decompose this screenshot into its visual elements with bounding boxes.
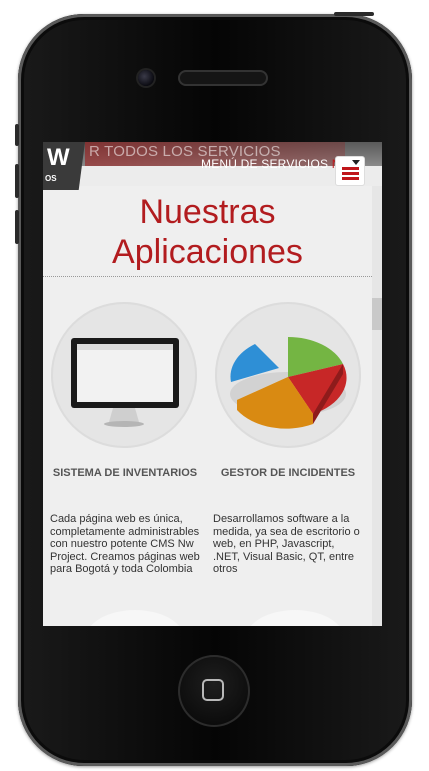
site-header: R TODOS LOS SERVICIOS W OS MENÚ DE SERVI… — [43, 142, 382, 190]
earpiece-speaker — [178, 70, 268, 86]
power-button — [334, 12, 374, 16]
monitor-icon — [71, 338, 179, 427]
logo-subtext: OS — [45, 174, 57, 183]
page-title: Nuestras Aplicaciones — [112, 193, 303, 271]
pie-chart-icon — [230, 336, 347, 429]
site-logo[interactable]: W OS — [43, 142, 85, 190]
logo-letter: W — [47, 144, 70, 171]
menu-bar-icon — [342, 177, 359, 180]
card-text-incidents: Desarrollamos software a la medida, ya s… — [213, 513, 360, 575]
front-camera — [138, 70, 154, 86]
menu-label-prefix: MENÚ DE SERVICIOS — [201, 157, 332, 171]
home-square-icon — [202, 679, 224, 701]
title-divider — [43, 276, 372, 277]
incidents-image-circle[interactable] — [215, 302, 361, 448]
scrollbar-thumb[interactable] — [372, 298, 382, 330]
menu-bar-icon — [342, 172, 359, 175]
silent-switch — [15, 124, 19, 146]
page-scrollbar[interactable] — [372, 186, 382, 626]
caret-down-icon — [352, 160, 360, 165]
next-card-circle — [245, 610, 345, 626]
home-button[interactable] — [178, 655, 250, 727]
next-card-circle — [85, 610, 185, 626]
card-text-inventory: Cada página web es única, completamente … — [50, 513, 200, 575]
menu-bar-icon — [342, 167, 359, 170]
card-title-incidents[interactable]: GESTOR DE INCIDENTES — [208, 467, 368, 479]
hamburger-menu-button[interactable] — [335, 156, 365, 186]
card-title-inventory[interactable]: SISTEMA DE INVENTARIOS — [45, 467, 205, 479]
main-content: Nuestras Aplicaciones SISTEMA DE INVENTA… — [43, 186, 372, 626]
volume-up-button — [15, 164, 19, 198]
inventory-image-circle[interactable] — [51, 302, 197, 448]
services-menu-label[interactable]: MENÚ DE SERVICIOS NW — [201, 157, 352, 171]
volume-down-button — [15, 210, 19, 244]
device-screen: R TODOS LOS SERVICIOS W OS MENÚ DE SERVI… — [43, 142, 382, 626]
